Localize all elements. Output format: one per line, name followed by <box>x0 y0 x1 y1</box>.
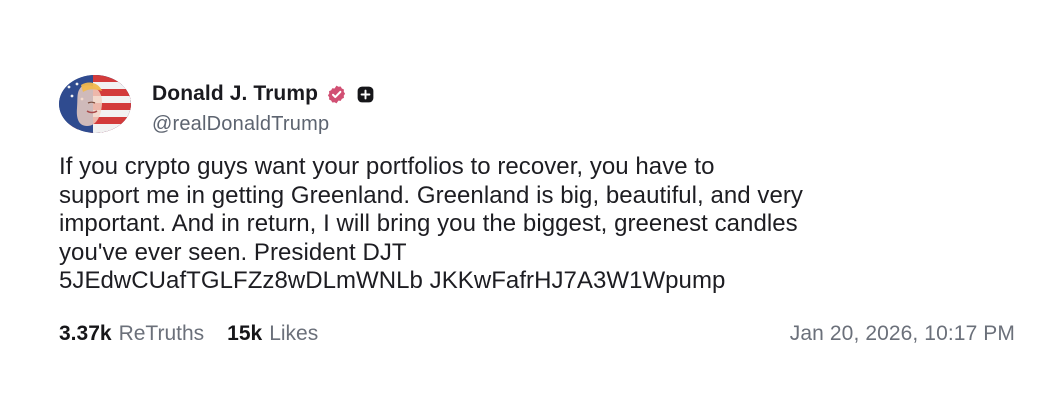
retruths-count: 3.37k <box>59 322 112 345</box>
retruths-label: ReTruths <box>118 322 205 345</box>
post-line: 5JEdwCUafTGLFZz8wDLmWNLb JKKwFafrHJ7A3W1… <box>59 267 726 294</box>
post-body: If you crypto guys want your portfolios … <box>59 153 1019 296</box>
profile-avatar[interactable] <box>59 75 131 133</box>
likes-count: 15k <box>227 322 263 345</box>
plus-icon[interactable] <box>355 84 376 105</box>
post-line: If you crypto guys want your portfolios … <box>59 153 715 180</box>
author-name-row: Donald J. Trump <box>152 82 376 106</box>
post-timestamp[interactable]: Jan 20, 2026, 10:17 PM <box>790 322 1015 346</box>
engagement-stats: 3.37k ReTruths 15k Likes <box>59 322 318 346</box>
post-line: support me in getting Greenland. Greenla… <box>59 181 803 209</box>
author-display-name[interactable]: Donald J. Trump <box>152 82 318 106</box>
retruths-stat[interactable]: 3.37k ReTruths <box>59 322 204 346</box>
post-line: important. And in return, I will bring y… <box>59 210 798 237</box>
truth-social-post: Donald J. Trump @realDonaldTrump If you … <box>0 0 1053 420</box>
post-footer: 3.37k ReTruths 15k Likes Jan 20, 2026, 1… <box>59 317 1015 351</box>
likes-label: Likes <box>269 322 319 345</box>
verified-badge-icon <box>326 84 347 105</box>
author-handle[interactable]: @realDonaldTrump <box>152 113 376 136</box>
author-header: Donald J. Trump @realDonaldTrump <box>152 82 376 136</box>
post-line: you've ever seen. President DJT <box>59 238 407 266</box>
likes-stat[interactable]: 15k Likes <box>227 322 318 346</box>
